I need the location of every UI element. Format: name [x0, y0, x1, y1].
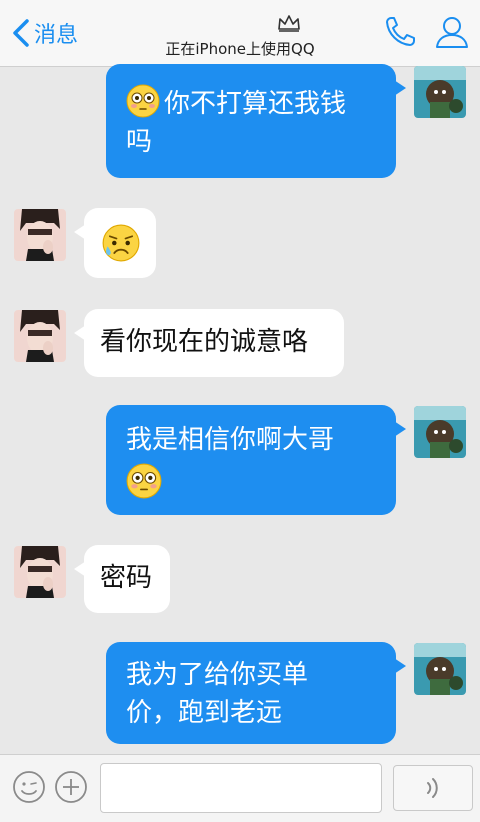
message-bubble-received[interactable]: 看你现在的诚意咯	[74, 309, 344, 377]
friend-avatar[interactable]	[14, 546, 66, 598]
avatar-image	[14, 310, 66, 362]
emoji-icon	[13, 771, 45, 803]
my-avatar[interactable]	[414, 643, 466, 695]
call-button[interactable]	[382, 14, 418, 50]
message-text: 看你现在的诚意咯	[100, 327, 309, 357]
emoji-button[interactable]	[12, 770, 46, 804]
my-avatar[interactable]	[414, 66, 466, 118]
message-input[interactable]	[100, 763, 382, 813]
message-bubble-sent[interactable]: 我为了给你买单 价，跑到老远	[106, 642, 406, 744]
chat-header: 消息 正在iPhone上使用QQ	[0, 0, 480, 67]
flushed-face-emoji-icon	[126, 84, 160, 118]
avatar-image	[414, 406, 466, 458]
sad-sweat-face-emoji-icon	[102, 224, 140, 262]
avatar-image	[414, 66, 466, 118]
message-text: 我是相信你啊大哥	[126, 425, 335, 455]
avatar-image	[414, 643, 466, 695]
plus-button[interactable]	[54, 770, 88, 804]
profile-button[interactable]	[434, 14, 470, 50]
message-text: 吗	[126, 127, 153, 157]
message-text: 你不打算还我钱	[164, 89, 347, 119]
crown-icon	[278, 15, 300, 32]
message-text: 我为了给你买单	[126, 660, 309, 690]
input-bar	[0, 754, 480, 822]
friend-avatar[interactable]	[14, 310, 66, 362]
avatar-image	[14, 209, 66, 261]
message-bubble-received[interactable]: 密码	[74, 545, 170, 613]
user-profile-icon	[436, 17, 468, 48]
message-bubble-sent[interactable]: 我是相信你啊大哥	[106, 405, 406, 515]
my-avatar[interactable]	[414, 406, 466, 458]
message-bubble-sent[interactable]: 你不打算还我钱 吗	[106, 64, 406, 178]
voice-icon	[427, 778, 438, 798]
message-text: 密码	[100, 563, 153, 593]
friend-avatar[interactable]	[14, 209, 66, 261]
voice-button[interactable]	[393, 765, 473, 811]
message-text: 价，跑到老远	[126, 698, 283, 728]
phone-icon	[386, 17, 415, 46]
plus-icon	[55, 771, 87, 803]
avatar-image	[14, 546, 66, 598]
flushed-face-emoji-icon	[126, 463, 162, 499]
message-bubble-received[interactable]	[74, 208, 156, 278]
